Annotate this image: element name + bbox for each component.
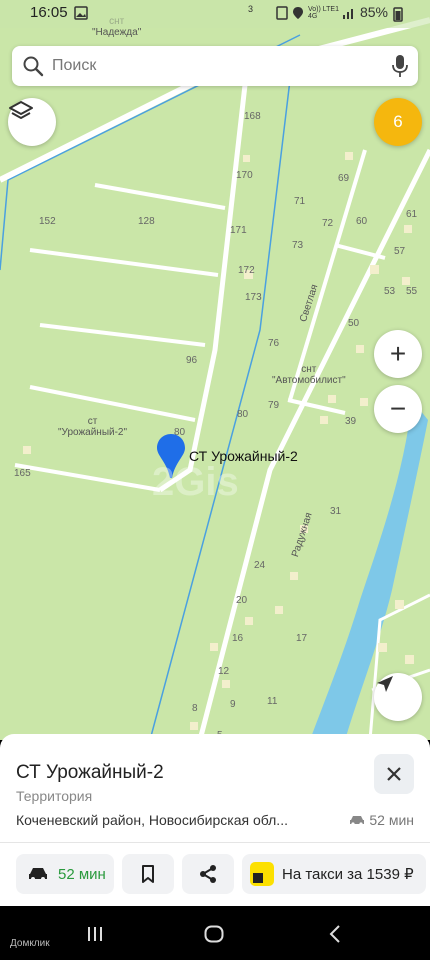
microphone-icon[interactable]	[392, 54, 408, 78]
car-icon	[29, 868, 47, 881]
close-icon	[387, 767, 401, 781]
house-number: 79	[268, 400, 280, 411]
house-number: 8	[192, 703, 198, 714]
back-icon[interactable]	[328, 925, 342, 943]
status-time: 16:05	[30, 4, 68, 21]
my-location-button[interactable]	[374, 673, 422, 721]
house-number: 11	[267, 696, 278, 707]
house-number: 20	[236, 595, 248, 606]
yandex-taxi-icon	[250, 862, 274, 886]
drive-time-label: 52 мин	[369, 812, 414, 828]
house-number: 168	[244, 111, 261, 122]
map-pin-label: СТ Урожайный-2	[189, 448, 298, 464]
zoom-in-icon: +	[389, 338, 407, 369]
house-number: 128	[138, 216, 155, 227]
action-bar: 52 мин На такси за 1539 ₽	[0, 854, 430, 894]
house-number: 172	[238, 265, 255, 276]
house-number: 152	[39, 216, 56, 227]
house-number: 170	[236, 170, 253, 181]
zoom-in-button[interactable]: +	[374, 330, 422, 378]
house-number: 24	[254, 560, 266, 571]
share-icon	[200, 865, 216, 883]
place-title: СТ Урожайный-2	[16, 762, 164, 783]
route-button[interactable]: 52 мин	[16, 854, 114, 894]
house-number: 76	[268, 338, 280, 349]
house-number: 53	[384, 286, 396, 297]
place-label-avtomobilist: снт "Автомобилист"	[272, 364, 346, 386]
search-placeholder: Поиск	[52, 57, 97, 74]
bookmark-icon	[142, 865, 154, 883]
sim-icon	[276, 6, 288, 20]
signal-icon	[343, 9, 353, 19]
house-number: 17	[296, 633, 308, 644]
road-top	[0, 17, 430, 183]
place-label-urozhainy: ст "Урожайный-2"	[58, 416, 128, 438]
road-raduzhnaya	[197, 148, 430, 740]
status-bar: 16:05 3 Vo)) LTE1 4G 85%	[0, 0, 430, 28]
house-number: 60	[356, 216, 368, 227]
place-card: СТ Урожайный-2 Территория Коченевский ра…	[0, 734, 430, 906]
network-label: Vo)) LTE1 4G	[308, 6, 339, 20]
house-number: 31	[330, 506, 342, 517]
house-number: 16	[232, 633, 244, 644]
layers-icon	[9, 101, 33, 119]
recent-apps-icon[interactable]	[86, 926, 104, 942]
system-nav-bar: Домклик	[0, 906, 430, 960]
house-number: 9	[230, 699, 236, 710]
close-button[interactable]	[374, 754, 414, 794]
house-number: 50	[348, 318, 360, 329]
map-watermark: 2Gis	[152, 460, 239, 504]
gallery-icon	[74, 6, 88, 20]
road-svetlaya	[288, 149, 367, 401]
house-number: 61	[406, 209, 418, 220]
place-category: Территория	[16, 788, 93, 804]
brand-watermark: Домклик	[10, 938, 50, 949]
notification-count: 3	[248, 4, 254, 14]
drive-time-summary: 52 мин	[349, 812, 414, 828]
taxi-button[interactable]: На такси за 1539 ₽	[242, 854, 426, 894]
taxi-price-label: На такси за 1539 ₽	[282, 866, 414, 883]
badge-count: 6	[393, 112, 403, 131]
house-number: 173	[245, 292, 262, 303]
car-icon	[350, 816, 365, 826]
house-number: 12	[218, 666, 230, 677]
zoom-out-button[interactable]: −	[374, 385, 422, 433]
battery-percent: 85%	[359, 4, 388, 20]
share-button[interactable]	[182, 854, 234, 894]
house-number: 55	[406, 286, 418, 297]
navigation-arrow-icon	[377, 676, 393, 692]
route-time: 52 мин	[58, 865, 106, 883]
house-number: 57	[394, 246, 406, 257]
house-number: 165	[14, 468, 31, 479]
divider	[0, 842, 430, 843]
zoom-out-icon: −	[389, 393, 407, 424]
road-west	[158, 84, 248, 493]
location-icon	[293, 7, 303, 19]
battery-icon	[393, 7, 403, 22]
map-view[interactable]: снт"Надежда" снт"Автомобилист" ст"Урожай…	[0, 0, 430, 740]
house-number: 71	[294, 196, 306, 207]
house-number: 171	[230, 225, 247, 236]
notification-badge-button[interactable]: 6	[374, 98, 422, 146]
map-canvas	[0, 17, 430, 740]
place-address: Коченевский район, Новосибирская обл...	[16, 812, 288, 828]
search-input[interactable]: Поиск	[12, 46, 418, 86]
bookmark-button[interactable]	[122, 854, 174, 894]
house-number: 73	[292, 240, 304, 251]
house-number: 69	[338, 173, 350, 184]
layers-button[interactable]	[8, 98, 56, 146]
search-icon	[23, 56, 44, 77]
home-icon[interactable]	[204, 925, 224, 943]
house-number: 72	[322, 218, 334, 229]
house-number: 39	[345, 416, 357, 427]
house-number: 96	[186, 355, 198, 366]
house-number: 80	[237, 409, 249, 420]
